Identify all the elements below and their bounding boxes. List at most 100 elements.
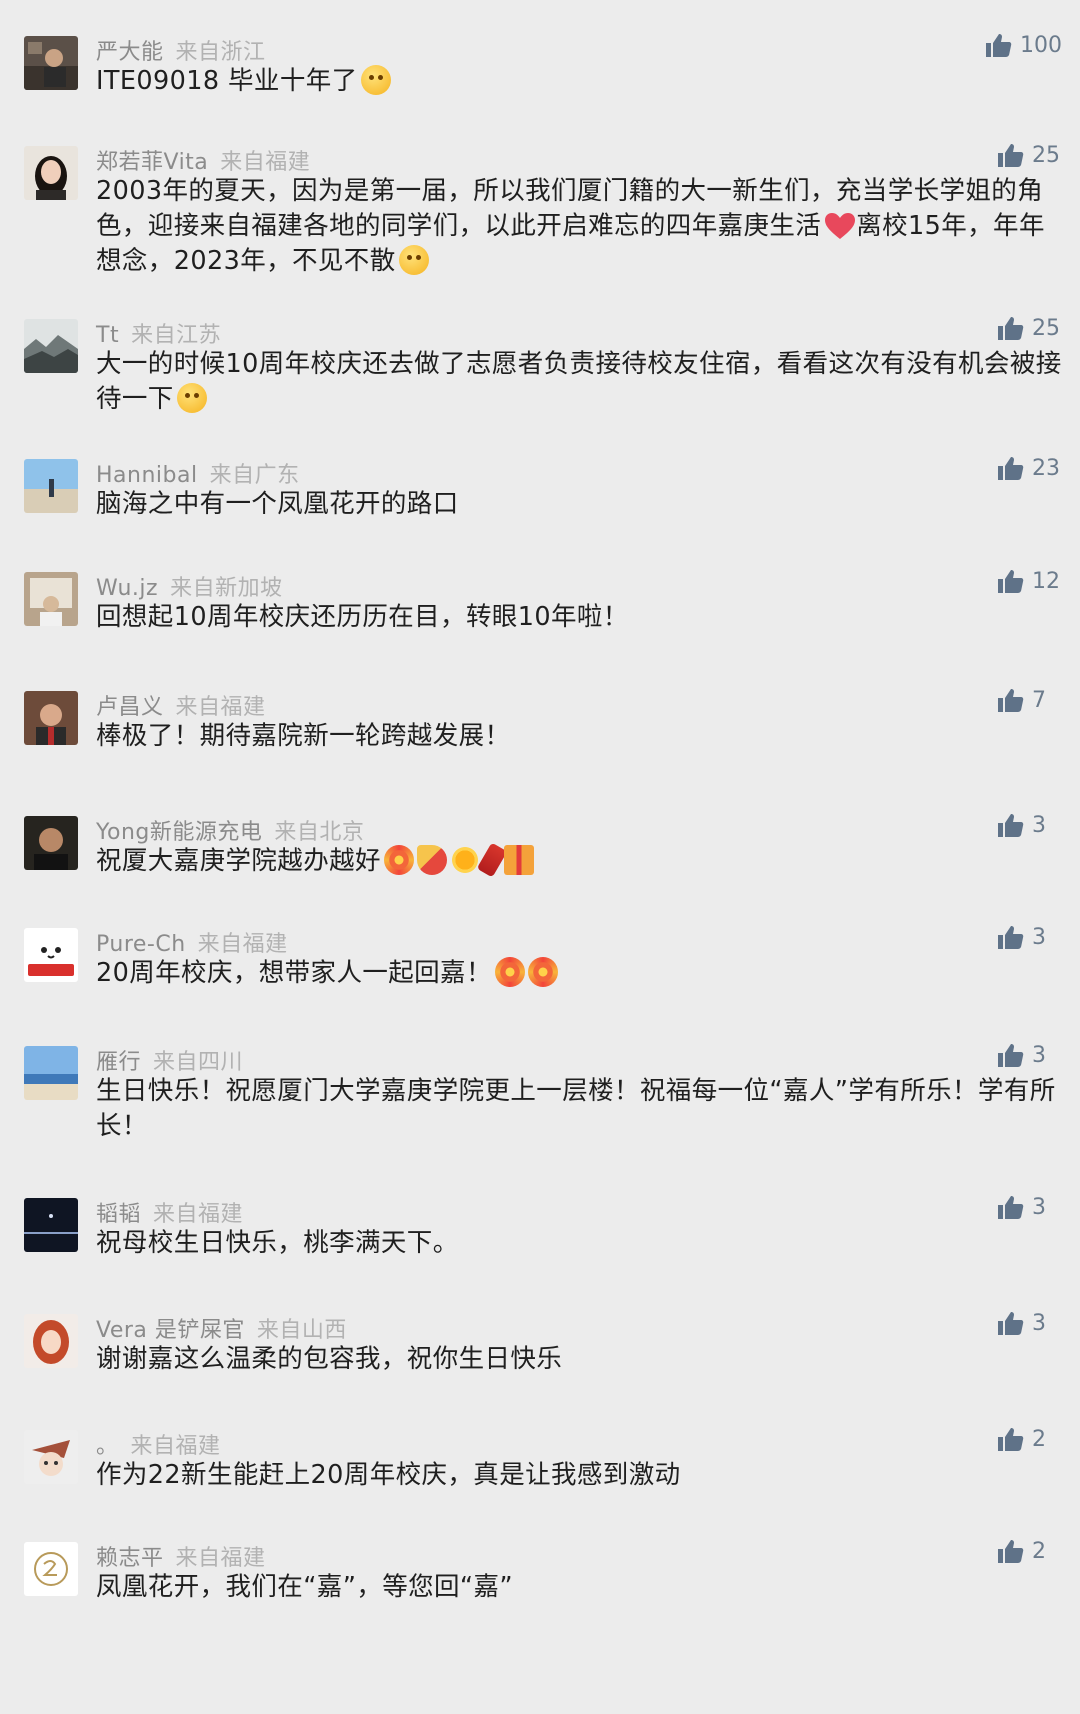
avatar[interactable] <box>24 1198 78 1252</box>
comment-location: 来自福建 <box>220 150 311 175</box>
like-button[interactable]: 3 <box>996 1042 1062 1068</box>
like-button[interactable]: 12 <box>996 568 1062 594</box>
like-button[interactable]: 23 <box>996 455 1062 481</box>
avatar[interactable] <box>24 1430 78 1484</box>
comment-location: 来自四川 <box>153 1050 244 1075</box>
thumbs-up-icon <box>996 142 1024 168</box>
like-count: 2 <box>1032 1538 1046 1564</box>
comment-text: 大一的时候10周年校庆还去做了志愿者负责接待校友住宿，看看这次有没有机会被接待一… <box>96 349 1062 414</box>
avatar[interactable] <box>24 1314 78 1368</box>
like-button[interactable]: 2 <box>996 1426 1062 1452</box>
avatar[interactable] <box>24 146 78 200</box>
comment-text: 谢谢嘉这么温柔的包容我，祝你生日快乐 <box>96 1344 563 1374</box>
comment-text: 脑海之中有一个凤凰花开的路口 <box>96 489 459 519</box>
avatar[interactable] <box>24 572 78 626</box>
thumbs-up-icon <box>996 568 1024 594</box>
firecracker-icon <box>476 842 508 878</box>
avatar[interactable] <box>24 816 78 870</box>
thumbs-up-icon <box>996 1310 1024 1336</box>
gift-icon <box>503 845 534 875</box>
comment-location: 来自新加坡 <box>170 576 283 601</box>
like-count: 3 <box>1032 1310 1046 1336</box>
thumbs-up-icon <box>996 315 1024 341</box>
comment-location: 来自浙江 <box>175 40 266 65</box>
comment-nickname[interactable]: Pure-Ch <box>96 932 186 957</box>
like-count: 7 <box>1032 687 1046 713</box>
thumbs-up-icon <box>996 924 1024 950</box>
thumbs-up-icon <box>996 1042 1024 1068</box>
smiling-face-icon <box>398 245 429 275</box>
comment-nickname[interactable]: Tt <box>96 323 119 348</box>
comment-nickname[interactable]: 雁行 <box>96 1050 141 1075</box>
like-count: 25 <box>1032 315 1060 341</box>
like-button[interactable]: 25 <box>996 142 1062 168</box>
comment-nickname[interactable]: 。 <box>96 1434 119 1459</box>
comment-location: 来自福建 <box>175 695 266 720</box>
comment-nickname[interactable]: 韬韬 <box>96 1202 141 1227</box>
thumbs-up-icon <box>996 455 1024 481</box>
like-button[interactable]: 3 <box>996 924 1062 950</box>
comment-location: 来自福建 <box>175 1546 266 1571</box>
grinning-face-icon <box>176 383 207 413</box>
thumbs-up-icon <box>996 1426 1024 1452</box>
comment-text: 作为22新生能赶上20周年校庆，真是让我感到激动 <box>96 1460 681 1490</box>
like-button[interactable]: 3 <box>996 1310 1062 1336</box>
thumbs-up-icon <box>996 687 1024 713</box>
comment-nickname[interactable]: 赖志平 <box>96 1546 164 1571</box>
like-count: 100 <box>1020 32 1062 58</box>
avatar[interactable] <box>24 319 78 373</box>
comment-location: 来自福建 <box>197 932 288 957</box>
comment-text: ITE09018 毕业十年了 <box>96 66 358 96</box>
like-count: 25 <box>1032 142 1060 168</box>
comment-location: 来自福建 <box>153 1202 244 1227</box>
comment-location: 来自北京 <box>274 820 365 845</box>
avatar[interactable] <box>24 691 78 745</box>
sun-icon <box>449 845 480 875</box>
like-button[interactable]: 25 <box>996 315 1062 341</box>
comment-location: 来自福建 <box>130 1434 221 1459</box>
like-button[interactable]: 7 <box>996 687 1062 713</box>
like-button[interactable]: 3 <box>996 1194 1062 1220</box>
comment-text: 祝厦大嘉庚学院越办越好 <box>96 846 381 876</box>
comment-text: 棒极了！期待嘉院新一轮跨越发展！ <box>96 721 511 751</box>
thumbs-up-icon <box>984 32 1012 58</box>
comment-list: 严大能 来自浙江 100 ITE09018 毕业十年了 郑若菲Vita 来自福建 2… <box>0 0 1080 1714</box>
comment-nickname[interactable]: Yong新能源充电 <box>96 820 262 845</box>
like-count: 3 <box>1032 1042 1046 1068</box>
avatar[interactable] <box>24 1046 78 1100</box>
fireworks-icon <box>383 845 414 875</box>
comment-text: 祝母校生日快乐，桃李满天下。 <box>96 1228 459 1258</box>
comment-location: 来自山西 <box>256 1318 347 1343</box>
avatar[interactable] <box>24 1542 78 1596</box>
thumbs-up-icon <box>996 812 1024 838</box>
avatar[interactable] <box>24 459 78 513</box>
comment-text: 20周年校庆，想带家人一起回嘉！ <box>96 958 492 988</box>
like-button[interactable]: 100 <box>984 32 1062 58</box>
like-count: 3 <box>1032 1194 1046 1220</box>
avatar[interactable] <box>24 928 78 982</box>
comment-nickname[interactable]: Wu.jz <box>96 576 158 601</box>
comment-location: 来自江苏 <box>131 323 222 348</box>
like-count: 2 <box>1032 1426 1046 1452</box>
comment-nickname[interactable]: Vera 是铲屎官 <box>96 1318 245 1343</box>
like-count: 3 <box>1032 924 1046 950</box>
fireworks-icon <box>494 957 525 987</box>
thumbs-up-icon <box>996 1538 1024 1564</box>
like-count: 3 <box>1032 812 1046 838</box>
comment-text: 回想起10周年校庆还历历在目，转眼10年啦！ <box>96 602 629 632</box>
like-count: 23 <box>1032 455 1060 481</box>
comment-nickname[interactable]: 卢昌义 <box>96 695 164 720</box>
like-button[interactable]: 3 <box>996 812 1062 838</box>
like-count: 12 <box>1032 568 1060 594</box>
unamused-face-icon <box>360 65 391 95</box>
comment-text: 生日快乐！祝愿厦门大学嘉庚学院更上一层楼！祝福每一位“嘉人”学有所乐！学有所长！ <box>96 1076 1056 1141</box>
party-popper-icon <box>416 845 447 875</box>
like-button[interactable]: 2 <box>996 1538 1062 1564</box>
heart-icon <box>824 212 856 240</box>
thumbs-up-icon <box>996 1194 1024 1220</box>
comment-location: 来自广东 <box>209 463 300 488</box>
comment-nickname[interactable]: Hannibal <box>96 463 198 488</box>
comment-nickname[interactable]: 郑若菲Vita <box>96 150 208 175</box>
comment-nickname[interactable]: 严大能 <box>96 40 164 65</box>
avatar[interactable] <box>24 36 78 90</box>
